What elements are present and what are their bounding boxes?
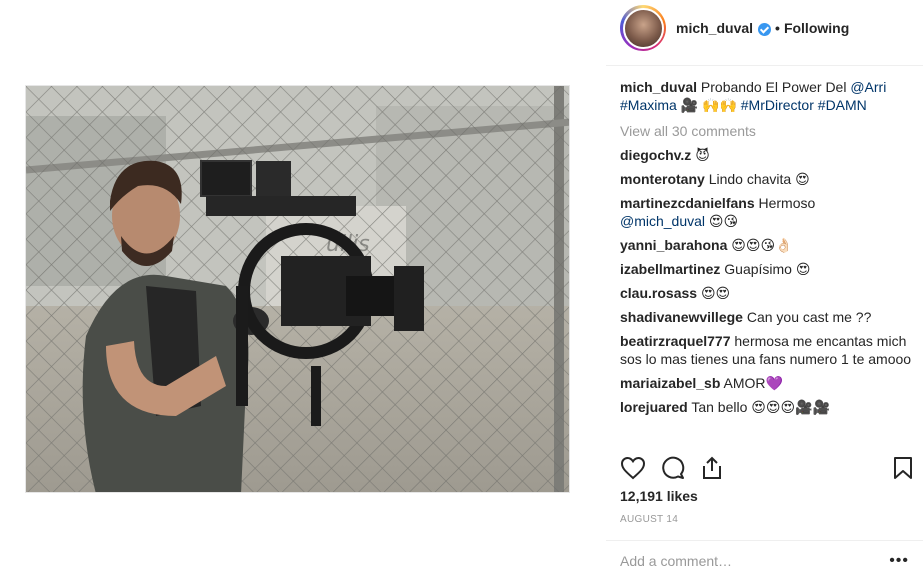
comment-item: beatirzraquel777 hermosa me encantas mic… <box>620 332 916 368</box>
comment-username[interactable]: beatirzraquel777 <box>620 333 731 349</box>
comment-item: mariaizabel_sb AMOR💜 <box>620 374 916 392</box>
comment-item: clau.rosass 😍😍 <box>620 284 916 302</box>
comment-text: Tan bello 😍😍😍🎥🎥 <box>691 399 830 415</box>
caption-text: Probando El Power Del <box>700 79 851 95</box>
header-username[interactable]: mich_duval <box>676 20 753 36</box>
separator-dot: • <box>775 20 780 36</box>
comment-text: Hermoso <box>758 195 816 211</box>
share-icon[interactable] <box>700 456 724 483</box>
comment-mention[interactable]: @mich_duval <box>620 213 705 229</box>
post-header: mich_duval • Following <box>620 4 849 52</box>
caption-emojis: 🎥 🙌🙌 <box>676 97 741 113</box>
following-button[interactable]: Following <box>784 20 849 36</box>
comment-text: Can you cast me ?? <box>746 309 872 325</box>
caption-username[interactable]: mich_duval <box>620 79 697 95</box>
view-all-comments-link[interactable]: View all 30 comments <box>620 122 916 140</box>
comment-text: 😍😍 <box>700 285 731 301</box>
comment-text: 😈 <box>695 147 710 163</box>
header-divider <box>606 65 923 66</box>
bookmark-icon[interactable] <box>892 456 914 483</box>
comment-item: martinezcdanielfans Hermoso @mich_duval 😍… <box>620 194 916 230</box>
more-options-icon[interactable]: ••• <box>889 552 909 570</box>
comment-username[interactable]: diegochv.z <box>620 147 691 163</box>
likes-count[interactable]: 12,191 likes <box>620 488 698 504</box>
comment-item: izabellmartinez Guapísimo 😍 <box>620 260 916 278</box>
post-detail-panel: mich_duval • Following mich_duval Proban… <box>606 0 923 576</box>
caption-mention[interactable]: @Arri <box>850 79 886 95</box>
comment-text: Guapísimo 😍 <box>724 261 811 277</box>
comment-item: yanni_barahona 😍😍😘👌🏻 <box>620 236 916 254</box>
comment-username[interactable]: clau.rosass <box>620 285 697 301</box>
post-caption: mich_duval Probando El Power Del @Arri #… <box>620 78 916 114</box>
verified-badge-icon <box>758 22 772 36</box>
caption-hashtag[interactable]: #Maxima <box>620 97 677 113</box>
action-bar <box>620 456 916 482</box>
comment-username[interactable]: shadivanewvillege <box>620 309 743 325</box>
comment-item: lorejuared Tan bello 😍😍😍🎥🎥 <box>620 398 916 416</box>
comment-username[interactable]: lorejuared <box>620 399 688 415</box>
comment-item: shadivanewvillege Can you cast me ?? <box>620 308 916 326</box>
comments-list[interactable]: mich_duval Probando El Power Del @Arri #… <box>620 78 916 450</box>
comment-text: Lindo chavita 😍 <box>708 171 810 187</box>
photo-scene: ullis <box>26 86 569 492</box>
post-photo[interactable]: ullis <box>25 85 570 493</box>
avatar[interactable] <box>620 5 666 51</box>
caption-hashtag[interactable]: #MrDirector <box>741 97 814 113</box>
heart-icon[interactable] <box>620 456 646 483</box>
comment-username[interactable]: izabellmartinez <box>620 261 720 277</box>
comment-username[interactable]: monterotany <box>620 171 705 187</box>
comment-text: 😍😘 <box>705 213 739 229</box>
comment-text: 😍😍😘👌🏻 <box>731 237 793 253</box>
comment-item: diegochv.z 😈 <box>620 146 916 164</box>
add-comment-input[interactable]: Add a comment… <box>620 553 732 569</box>
post-date[interactable]: AUGUST 14 <box>620 514 678 525</box>
caption-hashtag[interactable]: #DAMN <box>818 97 867 113</box>
comment-username[interactable]: martinezcdanielfans <box>620 195 755 211</box>
comment-divider <box>606 540 923 541</box>
comment-item: monterotany Lindo chavita 😍 <box>620 170 916 188</box>
comment-username[interactable]: yanni_barahona <box>620 237 727 253</box>
comment-icon[interactable] <box>660 456 686 483</box>
comment-username[interactable]: mariaizabel_sb <box>620 375 720 391</box>
comment-text: AMOR💜 <box>723 375 783 391</box>
